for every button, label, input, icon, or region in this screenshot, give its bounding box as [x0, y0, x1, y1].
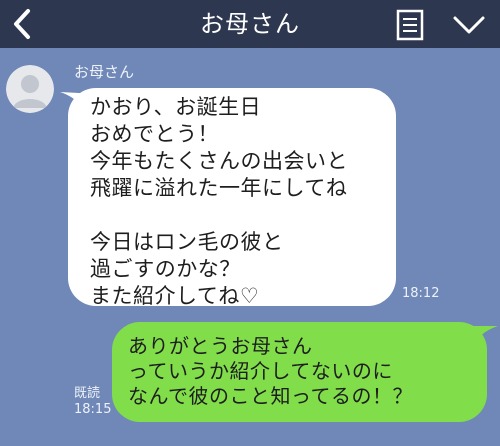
read-receipt: 既読 [74, 386, 101, 401]
default-avatar-icon [6, 65, 54, 113]
incoming-message-bubble[interactable]: かおり、お誕生日 おめでとう！ 今年もたくさんの出会いと 飛躍に溢れた一年にして… [68, 88, 396, 308]
avatar[interactable] [6, 65, 54, 113]
notes-icon [396, 9, 424, 41]
chat-title: お母さん [200, 10, 300, 38]
outgoing-timestamp: 18:15 [74, 402, 112, 417]
header-bar: お母さん [0, 0, 500, 48]
chevron-down-icon [453, 16, 485, 34]
expand-button[interactable] [452, 14, 486, 36]
notes-button[interactable] [396, 9, 424, 41]
incoming-timestamp: 18:12 [402, 286, 440, 301]
incoming-message-text: かおり、お誕生日 おめでとう！ 今年もたくさんの出会いと 飛躍に溢れた一年にして… [90, 95, 348, 308]
sender-name: お母さん [74, 63, 135, 81]
chat-screen: お母さん お母さん かおり、お誕生日 おめでとう！ 今年もたくさんの出会いと 飛… [0, 0, 500, 446]
outgoing-message-text: ありがとうお母さん っていうか紹介してないのに なんで彼のこと知ってるの！？ [128, 334, 413, 408]
outgoing-message-bubble[interactable]: ありがとうお母さん っていうか紹介してないのに なんで彼のこと知ってるの！？ [112, 322, 487, 422]
